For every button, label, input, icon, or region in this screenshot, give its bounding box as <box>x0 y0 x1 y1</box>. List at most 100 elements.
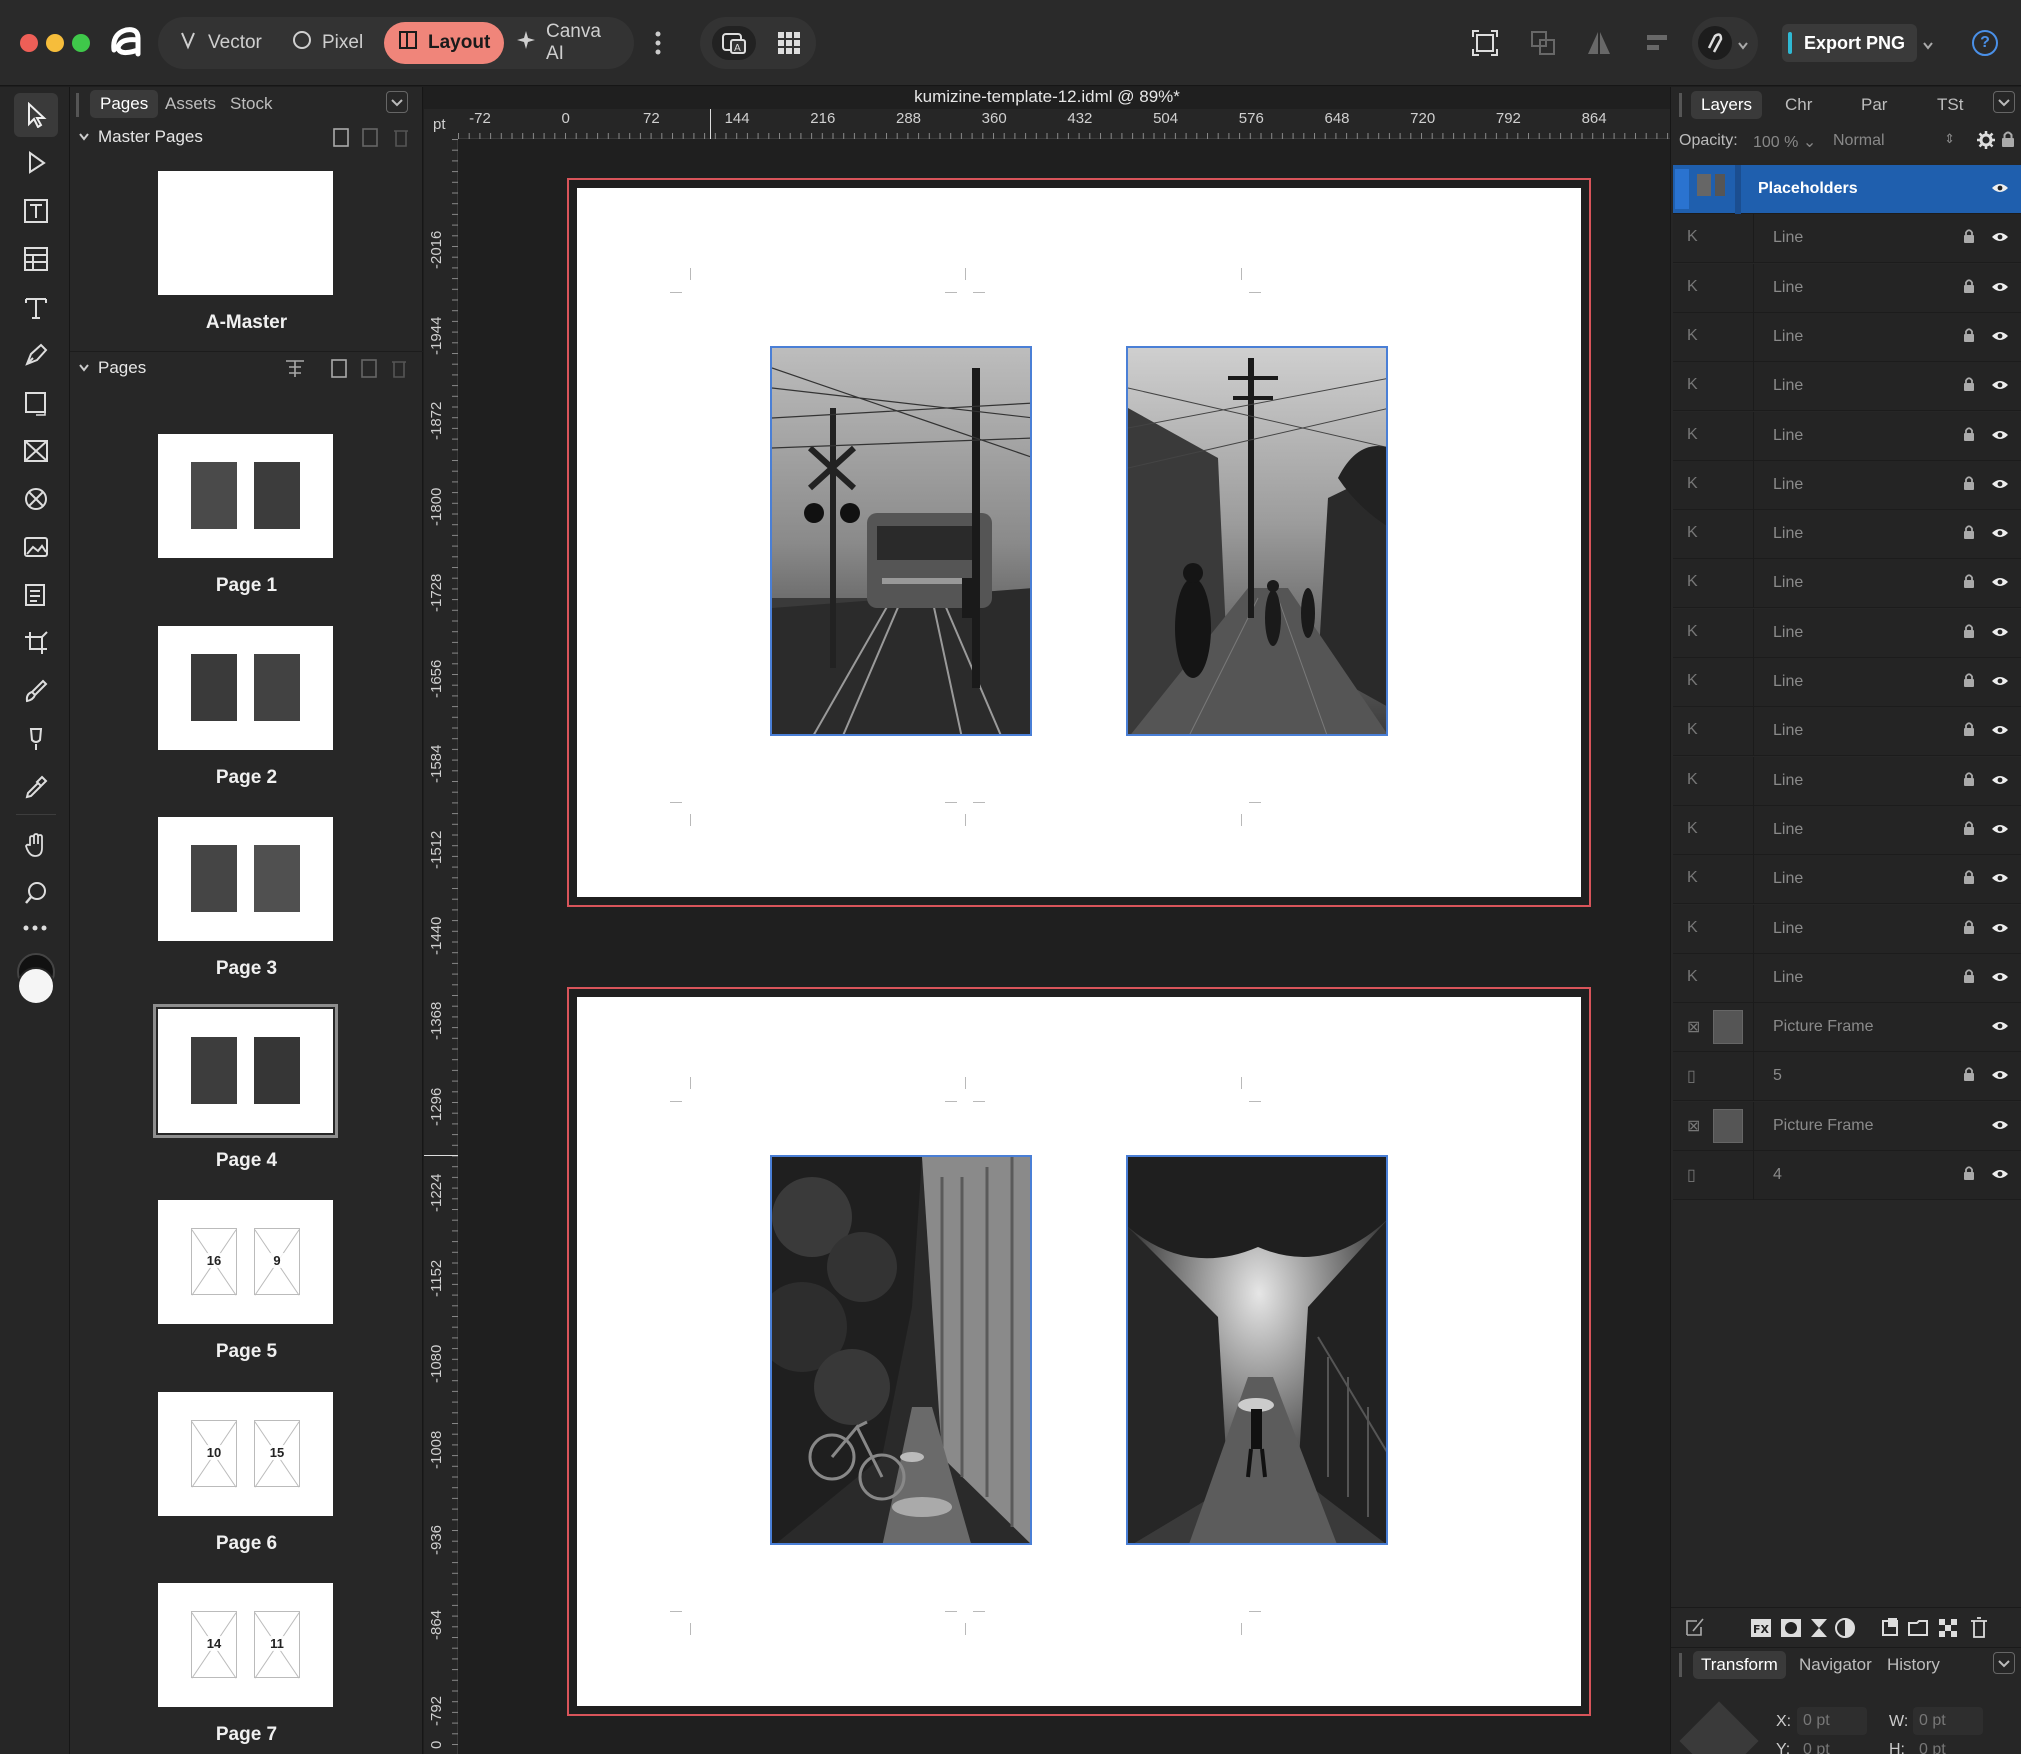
visibility-eye-icon[interactable] <box>1991 871 2009 889</box>
page-thumbnail[interactable]: 14 11 <box>158 1583 333 1707</box>
layer-row[interactable]: K Line <box>1673 460 2021 510</box>
more-tools-icon[interactable] <box>22 919 48 937</box>
visibility-eye-icon[interactable] <box>1991 1118 2009 1136</box>
layout-persona-button[interactable]: Layout <box>384 22 505 64</box>
visibility-eye-icon[interactable] <box>1991 970 2009 988</box>
eyedropper-tool-icon[interactable] <box>14 765 58 809</box>
lock-icon[interactable] <box>1963 1165 1975 1186</box>
layer-row[interactable]: K Line <box>1673 658 2021 707</box>
layer-row[interactable]: ⊠ Picture Frame <box>1673 1003 2021 1053</box>
tab-layers[interactable]: Layers <box>1691 91 1763 119</box>
layer-row[interactable]: K Line <box>1673 904 2021 954</box>
lock-icon[interactable] <box>1963 919 1975 940</box>
tab-stock[interactable]: Stock <box>220 90 283 118</box>
tab-transform[interactable]: Transform <box>1693 1651 1786 1679</box>
x-field[interactable]: 0 pt <box>1797 1707 1867 1735</box>
tab-navigator[interactable]: Navigator <box>1791 1651 1880 1679</box>
layer-expander[interactable] <box>1675 169 1689 209</box>
grid-view-icon[interactable] <box>772 26 806 60</box>
crop-tool-icon[interactable] <box>14 621 58 665</box>
anchor-selector[interactable] <box>1679 1701 1759 1754</box>
page-thumbnail[interactable] <box>158 817 333 941</box>
layer-row[interactable]: K Line <box>1673 411 2021 461</box>
place-image-tool-icon[interactable] <box>14 525 58 569</box>
fill-tool-icon[interactable] <box>14 717 58 761</box>
page-thumbnail[interactable]: 16 9 <box>158 1200 333 1324</box>
tab-history[interactable]: History <box>1879 1651 1948 1679</box>
arrange-icon[interactable] <box>1526 26 1560 60</box>
lock-icon[interactable] <box>1963 228 1975 249</box>
fill-color-swatch[interactable] <box>17 967 55 1005</box>
picture-frame-train-crossing[interactable] <box>770 346 1032 736</box>
visibility-eye-icon[interactable] <box>1991 428 2009 446</box>
visibility-eye-icon[interactable] <box>1991 1019 2009 1037</box>
pen-tool-icon[interactable] <box>14 333 58 377</box>
spread-1[interactable] <box>577 188 1581 897</box>
panel-menu-chevron-icon[interactable] <box>386 91 408 113</box>
tab-assets[interactable]: Assets <box>155 90 226 118</box>
lock-icon[interactable] <box>1963 820 1975 841</box>
lock-icon[interactable] <box>1963 771 1975 792</box>
picture-frame-umbrella-path[interactable] <box>1126 1155 1388 1545</box>
lock-icon[interactable] <box>1963 327 1975 348</box>
page-thumbnail[interactable] <box>158 625 333 750</box>
flip-icon[interactable] <box>1582 26 1616 60</box>
layer-row[interactable]: K Line <box>1673 855 2021 905</box>
layer-row[interactable]: ▯ 5 <box>1673 1052 2021 1102</box>
data-merge-tool-icon[interactable] <box>14 573 58 617</box>
gear-icon[interactable] <box>1977 131 1995 154</box>
text-frame-mode-icon[interactable]: A <box>712 26 756 60</box>
layer-row[interactable]: K Line <box>1673 214 2021 264</box>
zoom-window-button[interactable] <box>72 34 90 52</box>
visibility-eye-icon[interactable] <box>1991 723 2009 741</box>
add-master-icon[interactable] <box>332 126 410 153</box>
visibility-eye-icon[interactable] <box>1991 477 2009 495</box>
lock-icon[interactable] <box>2001 130 2015 153</box>
layer-row[interactable]: Placeholders <box>1673 165 2021 214</box>
vertical-ruler[interactable]: -2016 -1944 -1872 -1800 -1728 -1656 -1584 -1512… <box>424 139 458 1754</box>
picture-frame-tool-icon[interactable] <box>14 429 58 473</box>
lock-icon[interactable] <box>1963 721 1975 742</box>
fit-spread-icon[interactable] <box>1468 26 1502 60</box>
visibility-eye-icon[interactable] <box>1991 921 2009 939</box>
lock-icon[interactable] <box>1963 1066 1975 1087</box>
visibility-eye-icon[interactable] <box>1991 230 2009 248</box>
lock-icon[interactable] <box>1963 573 1975 594</box>
zoom-tool-icon[interactable] <box>14 871 58 915</box>
visibility-eye-icon[interactable] <box>1991 822 2009 840</box>
chevron-down-icon[interactable] <box>1737 38 1749 56</box>
layer-row[interactable]: K Line <box>1673 362 2021 412</box>
move-tool-icon[interactable] <box>14 93 58 137</box>
visibility-eye-icon[interactable] <box>1991 378 2009 396</box>
visibility-eye-icon[interactable] <box>1991 575 2009 593</box>
visibility-eye-icon[interactable] <box>1991 526 2009 544</box>
canva-ai-button[interactable]: Canva AI <box>502 21 634 64</box>
opacity-field[interactable]: 100 % ⌄ <box>1753 132 1816 152</box>
page-thumbnail[interactable] <box>153 1003 338 1138</box>
align-icon[interactable] <box>1640 26 1674 60</box>
pixel-persona-button[interactable]: Pixel <box>278 22 377 64</box>
tab-pages[interactable]: Pages <box>90 90 159 118</box>
rectangle-tool-icon[interactable] <box>14 381 58 425</box>
snapping-icon[interactable] <box>1698 26 1732 60</box>
minimize-window-button[interactable] <box>46 34 64 52</box>
vector-persona-button[interactable]: Vector <box>164 22 276 64</box>
layer-row[interactable]: K Line <box>1673 805 2021 855</box>
lock-icon[interactable] <box>1963 524 1975 545</box>
layer-row[interactable]: K Line <box>1673 756 2021 806</box>
hand-tool-icon[interactable] <box>14 823 58 867</box>
table-tool-icon[interactable] <box>14 237 58 281</box>
document-canvas[interactable]: kumizine-template-12.idml @ 89%* pt -72 0… <box>424 87 1670 1754</box>
layer-row[interactable]: ⊠ Picture Frame <box>1673 1101 2021 1151</box>
visibility-eye-icon[interactable] <box>1991 329 2009 347</box>
layer-row[interactable]: K Line <box>1673 263 2021 313</box>
lock-icon[interactable] <box>1963 426 1975 447</box>
spread-2[interactable] <box>577 997 1581 1706</box>
visibility-eye-icon[interactable] <box>1991 1167 2009 1185</box>
layer-row[interactable]: K Line <box>1673 707 2021 757</box>
lock-icon[interactable] <box>1963 278 1975 299</box>
tab-character[interactable]: Chr <box>1775 91 1822 119</box>
lock-icon[interactable] <box>1963 623 1975 644</box>
visibility-eye-icon[interactable] <box>1991 625 2009 643</box>
h-field[interactable]: 0 pt <box>1913 1739 1983 1754</box>
